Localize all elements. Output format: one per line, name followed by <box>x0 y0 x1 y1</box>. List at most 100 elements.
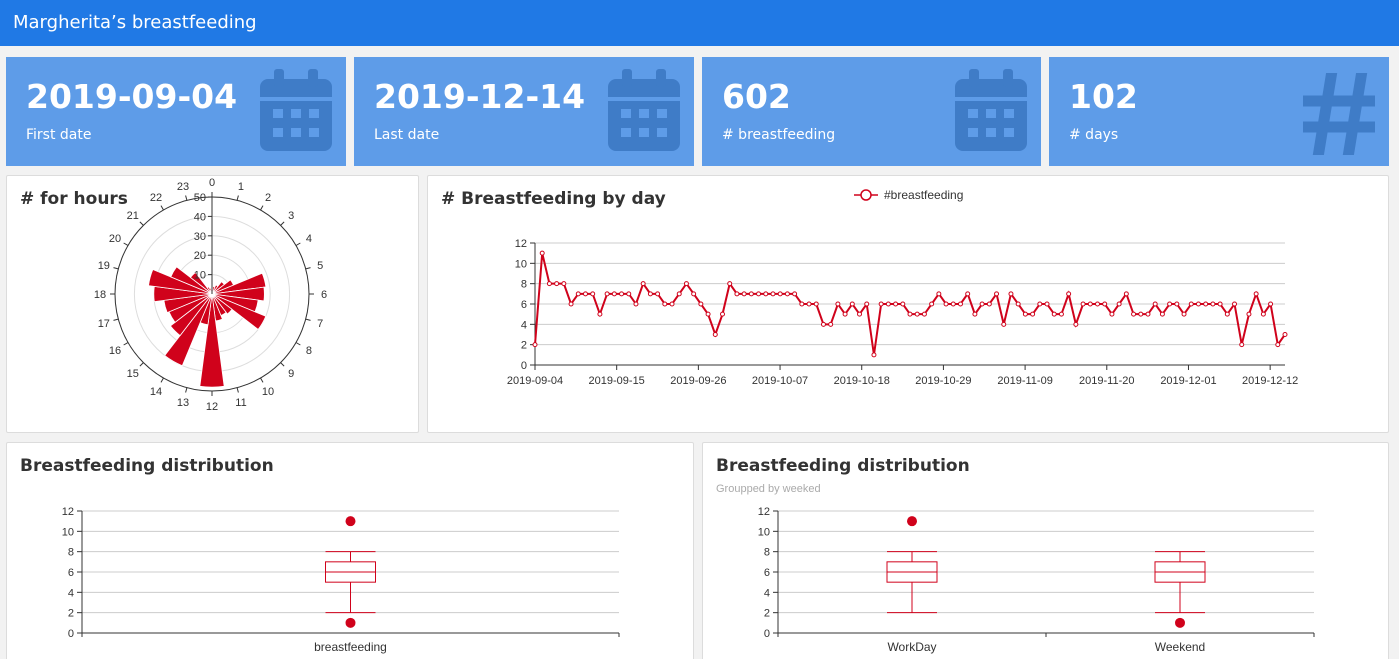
kpi-caption: Last date <box>374 127 440 143</box>
data-point <box>741 291 747 297</box>
polar-radial-label: 50 <box>194 192 206 204</box>
data-point <box>957 301 963 307</box>
data-point <box>1015 301 1021 307</box>
x-tick-label: WorkDay <box>887 640 936 654</box>
y-tick-label: 4 <box>764 587 770 599</box>
polar-angle-tick <box>160 205 164 211</box>
data-point <box>582 291 588 297</box>
data-point <box>1116 301 1122 307</box>
polar-angle-label: 0 <box>209 177 215 189</box>
x-tick-label: 2019-12-01 <box>1160 375 1216 387</box>
data-point <box>568 301 574 307</box>
polar-radial-label: 30 <box>194 231 206 243</box>
data-point <box>683 281 689 287</box>
y-tick-label: 4 <box>68 587 74 599</box>
data-point <box>986 301 992 307</box>
data-point <box>792 291 798 297</box>
data-point <box>864 301 870 307</box>
polar-angle-tick <box>295 242 301 246</box>
y-tick-label: 6 <box>764 567 770 579</box>
data-point <box>720 311 725 317</box>
data-point <box>1167 301 1173 307</box>
polar-angle-label: 18 <box>94 289 106 301</box>
data-point <box>756 291 762 297</box>
data-point <box>611 291 617 297</box>
polar-angle-label: 5 <box>317 260 323 272</box>
data-point <box>1181 311 1187 317</box>
polar-angle-label: 6 <box>321 289 327 301</box>
data-point <box>1203 301 1209 307</box>
line-chart: 0 2 4 6 8 10 12 2019-09-04 2019-09-15 2019-09-26 2… <box>507 188 1298 387</box>
data-point <box>842 311 848 317</box>
data-point <box>1253 291 1259 297</box>
legend-swatch-marker <box>860 189 872 201</box>
data-point <box>1232 301 1238 307</box>
polar-angle-label: 15 <box>127 368 139 380</box>
data-point <box>1275 342 1281 348</box>
outlier-point <box>345 516 356 527</box>
y-tick-label: 0 <box>521 360 527 372</box>
polar-angle-tick <box>260 205 264 211</box>
data-point <box>1138 311 1144 317</box>
polar-angle-tick <box>123 242 129 246</box>
data-point <box>1195 301 1201 307</box>
data-point <box>532 342 538 348</box>
data-point <box>698 301 704 307</box>
data-point <box>633 301 639 307</box>
data-point <box>784 291 790 297</box>
polar-angle-label: 22 <box>150 192 162 204</box>
data-point <box>806 301 812 307</box>
app-title[interactable]: Margherita’s breastfeeding <box>13 12 257 33</box>
x-tick-label: 2019-10-18 <box>834 375 890 387</box>
data-point <box>1246 311 1252 317</box>
data-point <box>965 291 971 297</box>
data-point <box>857 311 863 317</box>
y-tick-label: 8 <box>68 547 74 559</box>
polar-angle-tick <box>236 387 239 393</box>
data-point <box>1145 311 1151 317</box>
data-point <box>1282 332 1288 337</box>
byday-card: # Breastfeeding by day 0 2 4 6 8 10 12 2019-09-… <box>427 175 1389 433</box>
polar-angle-label: 4 <box>306 233 312 245</box>
polar-angle-tick <box>160 377 164 383</box>
y-tick-label: 6 <box>521 299 527 311</box>
outlier-point <box>345 617 356 628</box>
hash-icon <box>1303 73 1375 155</box>
polar-radial-label: 20 <box>194 250 206 262</box>
y-tick-label: 0 <box>68 628 74 640</box>
y-tick-label: 4 <box>521 319 527 331</box>
data-point <box>763 291 769 297</box>
polar-angle-label: 11 <box>235 397 246 409</box>
polar-radial-label: 40 <box>194 211 206 223</box>
data-point <box>1123 291 1129 297</box>
data-point <box>727 281 733 287</box>
data-point <box>604 291 610 297</box>
kpi-breastfeeding-count: 602 # breastfeeding <box>702 57 1041 166</box>
y-tick-label: 10 <box>62 526 74 538</box>
data-point <box>669 301 675 307</box>
polar-angle-label: 20 <box>109 233 121 245</box>
calendar-icon <box>955 69 1027 151</box>
data-point <box>1159 311 1165 317</box>
x-tick-label: 2019-12-12 <box>1242 375 1298 387</box>
data-point <box>770 291 776 297</box>
data-point <box>712 332 718 337</box>
data-point <box>1037 301 1043 307</box>
data-point <box>1066 291 1072 297</box>
boxplot-chart: 0 2 4 6 8 10 12 breastfeeding <box>62 506 620 654</box>
polar-angle-label: 1 <box>238 181 244 193</box>
data-point <box>647 291 653 297</box>
data-point <box>893 301 899 307</box>
x-tick-label: 2019-11-09 <box>997 375 1052 387</box>
data-point <box>1022 311 1028 317</box>
data-point <box>1073 321 1079 327</box>
y-tick-label: 2 <box>764 608 770 620</box>
polar-angle-label: 2 <box>265 192 271 204</box>
y-tick-label: 6 <box>68 567 74 579</box>
x-tick-label: 2019-09-26 <box>670 375 726 387</box>
data-point <box>871 352 877 358</box>
data-point <box>936 291 942 297</box>
polar-angle-label: 21 <box>127 210 139 222</box>
data-point <box>1051 311 1057 317</box>
polar-angle-tick <box>139 362 144 367</box>
